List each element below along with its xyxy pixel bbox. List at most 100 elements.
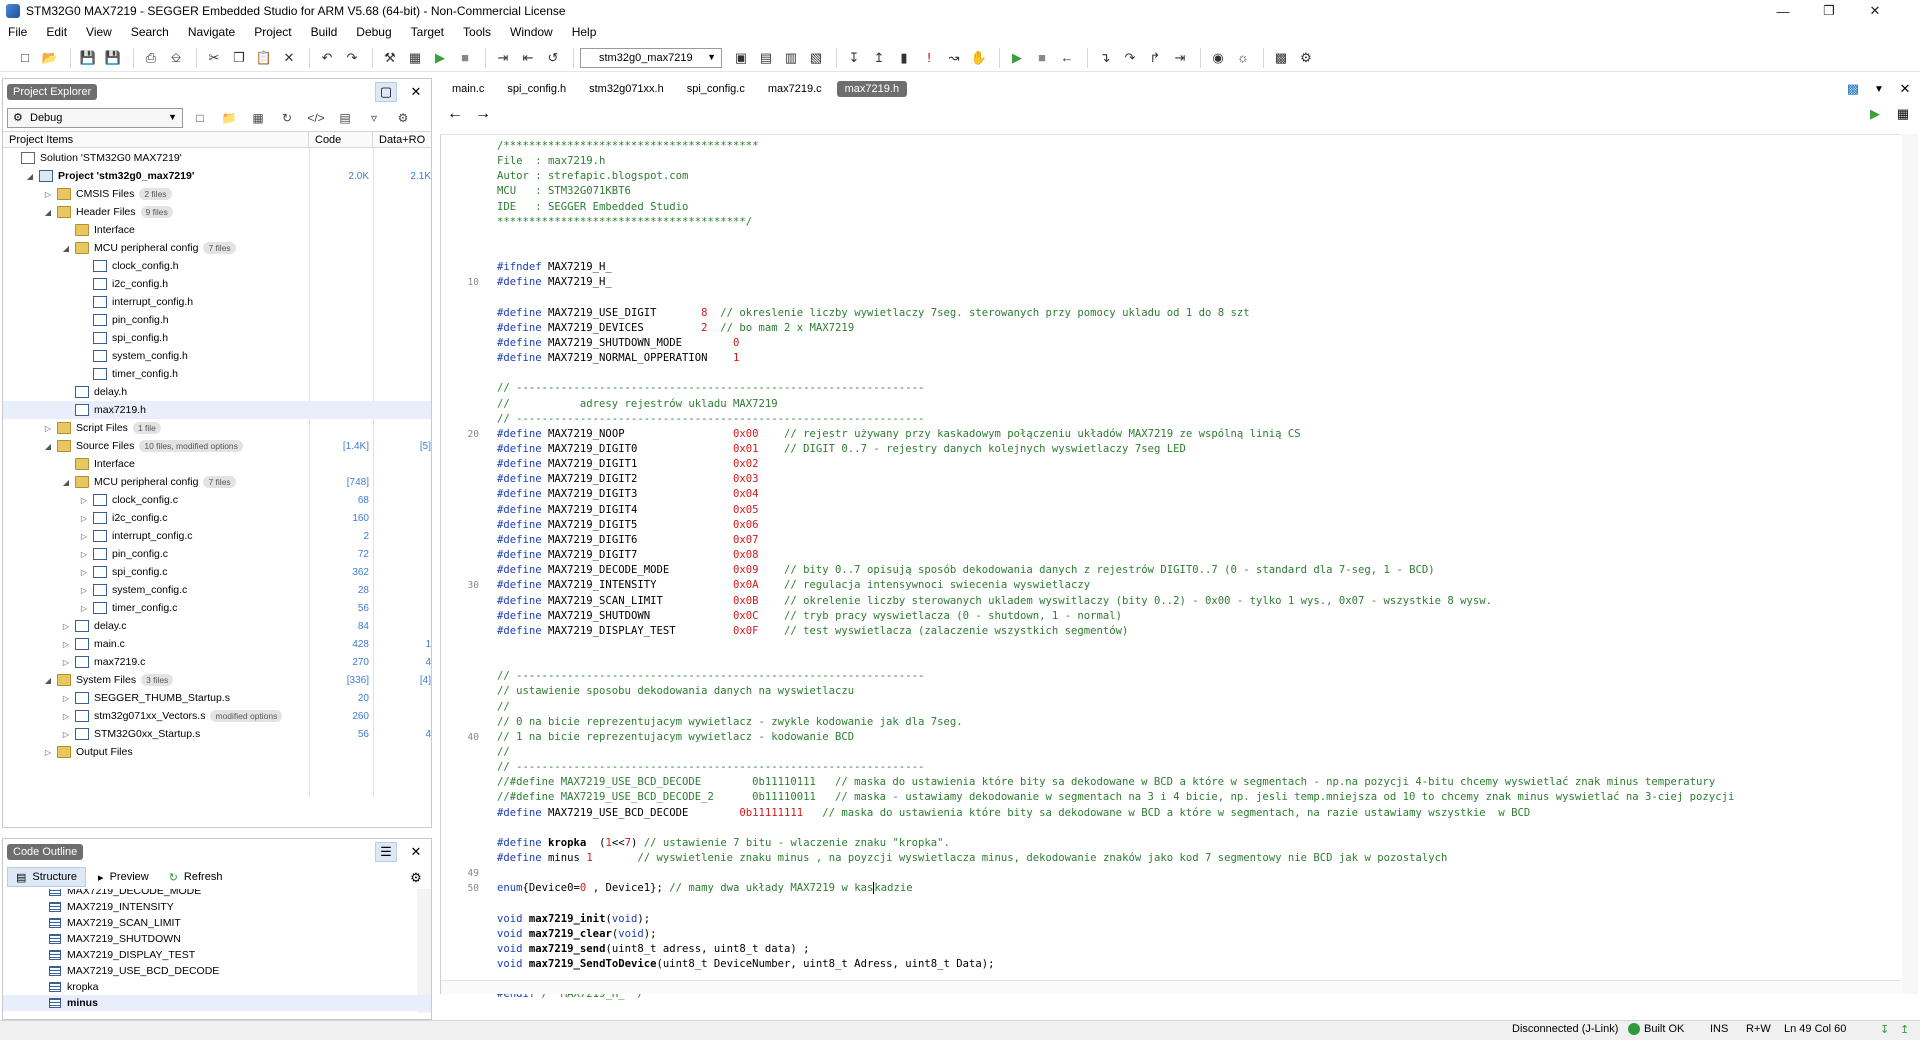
options-icon[interactable]: ▤	[333, 108, 357, 128]
menu-tools[interactable]: Tools	[463, 25, 491, 39]
outline-item[interactable]: MAX7219_INTENSITY	[3, 899, 431, 915]
maximize-button[interactable]: ❐	[1806, 0, 1852, 22]
menu-target[interactable]: Target	[411, 25, 444, 39]
code-icon[interactable]: </>	[304, 108, 328, 128]
tree-item[interactable]: clock_config.h	[3, 257, 431, 275]
expand-toggle-icon[interactable]: ◢	[43, 442, 53, 451]
tree-item[interactable]: ◢ Project 'stm32g0_max7219' 2.0K 2.1K	[3, 167, 431, 185]
build-status[interactable]: Built OK	[1628, 1023, 1684, 1036]
tree-item[interactable]: ▷ CMSIS Files 2 files	[3, 185, 431, 203]
tree-item[interactable]: max7219.h	[3, 401, 431, 419]
expand-toggle-icon[interactable]: ◢	[43, 208, 53, 217]
code-line[interactable]: #define MAX7219_DECODE_MODE 0x09 // bity…	[497, 563, 1435, 578]
expand-toggle-icon[interactable]: ◢	[25, 172, 35, 181]
tree-item[interactable]: ▷ max7219.c 270 4	[3, 653, 431, 671]
tree-item[interactable]: timer_config.h	[3, 365, 431, 383]
code-line[interactable]: ***************************************/	[497, 215, 752, 230]
nav-icon-2[interactable]: ⇤	[517, 47, 539, 69]
code-line[interactable]: MCU : STM32G071KBT6	[497, 184, 631, 199]
code-line[interactable]: #define MAX7219_NOOP 0x00 // rejestr uży…	[497, 427, 1301, 442]
watch-icon[interactable]: ☼	[1232, 47, 1254, 69]
menu-file[interactable]: File	[8, 25, 27, 39]
print-preview-icon[interactable]: ⎒	[165, 47, 187, 69]
outline-item[interactable]: minus	[3, 995, 431, 1011]
editor-tab[interactable]: max7219.h	[836, 81, 908, 97]
code-line[interactable]: #define MAX7219_DIGIT6 0x07	[497, 533, 759, 548]
code-line[interactable]: #define MAX7219_SHUTDOWN 0x0C // tryb pr…	[497, 609, 1122, 624]
code-line[interactable]: //	[497, 700, 510, 715]
build-icon[interactable]: ▤	[755, 47, 777, 69]
outline-item[interactable]: MAX7219_DISPLAY_TEST	[3, 947, 431, 963]
step-over-icon[interactable]: ↷	[1119, 47, 1141, 69]
expand-toggle-icon[interactable]: ▷	[61, 730, 71, 739]
vertical-scrollbar[interactable]	[1902, 134, 1918, 994]
tree-item[interactable]: system_config.h	[3, 347, 431, 365]
close-editor-icon[interactable]: ✕	[1894, 79, 1916, 99]
expand-toggle-icon[interactable]: ▷	[79, 604, 89, 613]
code-line[interactable]: //	[497, 745, 510, 760]
code-line[interactable]: #define MAX7219_INTENSITY 0x0A // regula…	[497, 578, 1090, 593]
tree-item[interactable]: ▷ timer_config.c 56	[3, 599, 431, 617]
upload-status-icon[interactable]: ↥	[1900, 1023, 1909, 1036]
code-line[interactable]: #ifndef MAX7219_H_	[497, 260, 612, 275]
copy-icon[interactable]: ❐	[228, 47, 250, 69]
verify-icon[interactable]: ↥	[868, 47, 890, 69]
chevron-down-icon[interactable]: ▼	[1868, 79, 1890, 99]
code-line[interactable]: Autor : strefapic.blogspot.com	[497, 169, 688, 184]
split-view-icon[interactable]: ▩	[1842, 79, 1864, 99]
rebuild-icon[interactable]: ▥	[780, 47, 802, 69]
code-line[interactable]: #define MAX7219_H_	[497, 275, 612, 290]
hand-icon[interactable]: ✋	[968, 47, 990, 69]
outline-item[interactable]: MAX7219_USE_BCD_DECODE	[3, 963, 431, 979]
download-icon[interactable]: ↧	[843, 47, 865, 69]
tree-item[interactable]: ▷ i2c_config.c 160	[3, 509, 431, 527]
code-line[interactable]: #define MAX7219_USE_DIGIT 8 // okresleni…	[497, 306, 1250, 321]
tree-item[interactable]: ◢ Source Files 10 files, modified options […	[3, 437, 431, 455]
expand-toggle-icon[interactable]: ▷	[43, 424, 53, 433]
breakpoint-icon[interactable]: ◉	[1207, 47, 1229, 69]
alert-icon[interactable]: !	[918, 47, 940, 69]
properties-icon[interactable]: □	[188, 108, 212, 128]
tab-preview[interactable]: ▸ Preview	[90, 867, 157, 887]
back-arrow-icon[interactable]: ←	[444, 104, 466, 124]
tree-item[interactable]: ▷ interrupt_config.c 2	[3, 527, 431, 545]
tree-item[interactable]: ▷ stm32g071xx_Vectors.s modified options 26…	[3, 707, 431, 725]
expand-toggle-icon[interactable]: ▷	[43, 190, 53, 199]
tree-item[interactable]: ▷ pin_config.c 72	[3, 545, 431, 563]
forward-arrow-icon[interactable]: →	[472, 104, 494, 124]
code-line[interactable]: #define MAX7219_SCAN_LIMIT 0x0B // okrel…	[497, 594, 1492, 609]
clean-icon[interactable]: ▧	[805, 47, 827, 69]
tree-item[interactable]: pin_config.h	[3, 311, 431, 329]
outline-options-icon[interactable]: ☰	[375, 842, 397, 862]
column-code[interactable]: Code	[309, 132, 373, 147]
tree-item[interactable]: ◢ MCU peripheral config 7 files	[3, 239, 431, 257]
tree-item[interactable]: ▷ system_config.c 28	[3, 581, 431, 599]
close-window-button[interactable]: ✕	[1852, 0, 1898, 22]
expand-toggle-icon[interactable]: ▷	[79, 568, 89, 577]
new-file-icon[interactable]: □	[14, 47, 36, 69]
code-editor[interactable]: 10 20 30 40 49 50 /**************************…	[440, 134, 1901, 1000]
refresh-button[interactable]: ↻ Refresh	[161, 867, 231, 887]
code-line[interactable]: IDE : SEGGER Embedded Studio	[497, 200, 688, 215]
code-line[interactable]: #define minus 1 // wyswietlenie znaku mi…	[497, 851, 1447, 866]
tree-item[interactable]: Interface	[3, 221, 431, 239]
tree-item[interactable]: spi_config.h	[3, 329, 431, 347]
nav-icon[interactable]: ⇥	[492, 47, 514, 69]
tree-item[interactable]: ◢ Header Files 9 files	[3, 203, 431, 221]
expand-toggle-icon[interactable]: ▷	[79, 550, 89, 559]
expand-toggle-icon[interactable]: ◢	[61, 478, 71, 487]
code-line[interactable]: // -------------------------------------…	[497, 760, 924, 775]
code-line[interactable]: #define MAX7219_USE_BCD_DECODE 0b1111111…	[497, 806, 1530, 821]
attach-icon[interactable]: ↝	[943, 47, 965, 69]
code-line[interactable]: // 1 na bicie reprezentujacym wywietlacz…	[497, 730, 854, 745]
column-project-items[interactable]: Project Items	[3, 132, 309, 147]
undo-icon[interactable]: ↶	[316, 47, 338, 69]
expand-toggle-icon[interactable]: ▷	[61, 694, 71, 703]
menu-help[interactable]: Help	[572, 25, 597, 39]
run-icon[interactable]: ▶	[1864, 104, 1886, 124]
code-line[interactable]: enum{Device0=0 , Device1}; // mamy dwa u…	[497, 881, 913, 896]
window-layout-icon[interactable]: ▩	[1270, 47, 1292, 69]
step-out-icon[interactable]: ↱	[1144, 47, 1166, 69]
outline-item[interactable]: MAX7219_SCAN_LIMIT	[3, 915, 431, 931]
stop-icon[interactable]: ■	[454, 47, 476, 69]
